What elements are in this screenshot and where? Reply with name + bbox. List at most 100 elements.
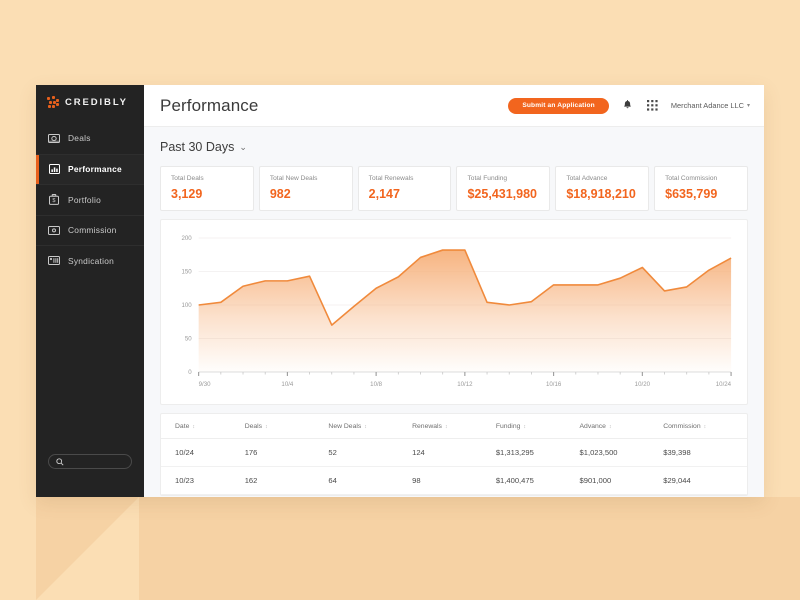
stat-value: 3,129: [171, 187, 203, 201]
x-axis-tick-label: 10/16: [546, 381, 562, 388]
stat-value: 982: [269, 187, 291, 201]
table-cell-date: 10/24: [161, 438, 245, 468]
stat-label: Total Deals: [171, 175, 204, 182]
stat-cards: Total Deals 3,129 Total New Deals 982 To…: [144, 156, 764, 211]
sidebar-item-label: Portfolio: [68, 194, 101, 205]
account-menu[interactable]: Merchant Adance LLC ▾: [671, 101, 750, 110]
performance-chart-card: 0 50 100 150 200 9/30 10/4 10/8 10/12 10/16 10/20 1…: [160, 219, 748, 405]
stat-label: Total New Deals: [269, 175, 318, 182]
chart-area-fill: [198, 250, 732, 372]
long-shadow-diagonal: [36, 497, 139, 600]
grid-apps-icon[interactable]: [646, 99, 659, 113]
table-column-header[interactable]: Date ↕: [161, 414, 245, 440]
table-body: 10/24 176 52 124 $1,313,295 $1,023,500 $39,398…: [161, 438, 747, 496]
table-cell-deals: 176: [244, 438, 329, 468]
table-column-header[interactable]: Deals ↕: [244, 414, 329, 440]
sidebar-item-commission[interactable]: Commission: [36, 214, 144, 246]
sort-arrows-icon: ↕: [523, 424, 526, 430]
stat-value: 2,147: [368, 187, 400, 201]
table-cell-new-deals: 52: [328, 438, 413, 468]
x-axis-tick-label: 10/4: [281, 381, 293, 388]
credibly-mark-icon: [47, 96, 59, 108]
sidebar-nav: Deals Performance $ Portfolio Commission…: [36, 123, 144, 276]
sort-arrows-icon: ↕: [444, 424, 448, 430]
sidebar-item-label: Syndication: [68, 255, 115, 266]
table-row[interactable]: 10/23 162 64 98 $1,400,475 $901,000 $29,044: [161, 466, 747, 496]
table-column-label: New Deals: [328, 423, 362, 430]
table-header-row: Date ↕ Deals ↕ New Deals ↕ Renewals ↕ Funding ↕ Ad…: [161, 414, 747, 440]
table-column-header[interactable]: New Deals ↕: [328, 414, 413, 440]
briefcase-dollar-icon: $: [48, 194, 60, 206]
table-column-header[interactable]: Advance ↕: [579, 414, 664, 440]
stat-card-total-renewals: Total Renewals 2,147: [357, 166, 452, 211]
stat-card-total-funding: Total Funding $25,431,980: [456, 166, 551, 211]
long-shadow-body: [139, 497, 800, 600]
sort-arrows-icon: ↕: [608, 424, 612, 430]
stat-label: Total Commission: [665, 175, 718, 182]
search-pill[interactable]: [48, 454, 132, 469]
y-axis-tick-label: 150: [181, 269, 192, 276]
table-column-label: Advance: [579, 423, 606, 430]
performance-table: Date ↕ Deals ↕ New Deals ↕ Renewals ↕ Funding ↕ Ad…: [161, 414, 747, 496]
stat-value: $25,431,980: [467, 187, 537, 201]
table-cell-date: 10/23: [161, 466, 245, 496]
submit-application-button[interactable]: Submit an Application: [508, 97, 609, 114]
x-axis-tick-label: 10/12: [457, 381, 473, 388]
search-input[interactable]: [68, 458, 123, 465]
table-cell-commission: $39,398: [663, 438, 747, 468]
sidebar-item-label: Performance: [68, 164, 122, 175]
table-cell-funding: $1,313,295: [495, 438, 580, 468]
brand-name: CREDIBLY: [65, 96, 128, 108]
sort-arrows-icon: ↕: [703, 424, 707, 430]
table-cell-new-deals: 64: [328, 466, 413, 496]
sidebar-item-portfolio[interactable]: $ Portfolio: [36, 184, 144, 215]
chevron-down-icon: ⌄: [239, 141, 247, 152]
table-cell-commission: $29,044: [663, 466, 747, 496]
sort-arrows-icon: ↕: [364, 424, 367, 430]
stat-card-total-advance: Total Advance $18,918,210: [555, 166, 650, 211]
performance-table-card: Date ↕ Deals ↕ New Deals ↕ Renewals ↕ Funding ↕ Ad…: [160, 413, 748, 497]
svg-text:$: $: [52, 198, 56, 204]
table-column-label: Date: [175, 423, 190, 430]
table-column-header[interactable]: Commission ↕: [663, 414, 747, 440]
list-chart-icon: [48, 255, 60, 266]
table-row[interactable]: 10/24 176 52 124 $1,313,295 $1,023,500 $39,398: [161, 438, 747, 468]
money-card-icon: [48, 133, 60, 144]
table-cell-funding: $1,400,475: [495, 466, 580, 496]
y-axis-tick-label: 200: [181, 235, 192, 242]
stat-label: Total Funding: [467, 175, 508, 182]
sidebar-search: [36, 454, 144, 469]
date-range-selector[interactable]: Past 30 Days ⌄: [160, 140, 247, 154]
sidebar: CREDIBLY Deals Performance $ Portfolio C…: [36, 85, 144, 497]
stat-card-total-commission: Total Commission $635,799: [654, 166, 748, 211]
search-icon: [56, 453, 64, 471]
chevron-down-icon: ▾: [746, 103, 750, 109]
stat-label: Total Renewals: [368, 175, 414, 182]
table-cell-deals: 162: [244, 466, 329, 496]
date-range-label: Past 30 Days: [160, 140, 235, 154]
top-bar: Performance Submit an Application Mercha…: [144, 85, 764, 127]
x-axis-tick-label: 10/20: [635, 381, 651, 388]
account-label: Merchant Adance LLC: [670, 101, 744, 110]
bar-chart-icon: [48, 164, 60, 175]
sidebar-item-deals[interactable]: Deals: [36, 123, 144, 154]
stat-value: $635,799: [665, 187, 718, 201]
x-axis-tick-label: 9/30: [199, 381, 211, 388]
page-title: Performance: [160, 95, 259, 115]
y-axis-tick-label: 50: [185, 336, 192, 343]
table-column-header[interactable]: Funding ↕: [495, 414, 580, 440]
x-axis-tick-label: 10/24: [716, 381, 732, 388]
screen: CREDIBLY Deals Performance $ Portfolio C…: [0, 0, 800, 600]
credit-card-icon: [48, 225, 60, 236]
sidebar-item-syndication[interactable]: Syndication: [36, 245, 144, 276]
table-cell-advance: $901,000: [579, 466, 664, 496]
table-column-header[interactable]: Renewals ↕: [412, 414, 496, 440]
sidebar-item-label: Commission: [68, 225, 117, 236]
bell-icon[interactable]: [621, 99, 634, 113]
stat-card-total-deals: Total Deals 3,129: [160, 166, 254, 211]
brand-logo[interactable]: CREDIBLY: [36, 85, 144, 119]
main-content: Performance Submit an Application Mercha…: [144, 85, 764, 497]
sort-arrows-icon: ↕: [265, 424, 268, 430]
sidebar-item-performance[interactable]: Performance: [36, 153, 144, 184]
stat-value: $18,918,210: [566, 187, 636, 201]
